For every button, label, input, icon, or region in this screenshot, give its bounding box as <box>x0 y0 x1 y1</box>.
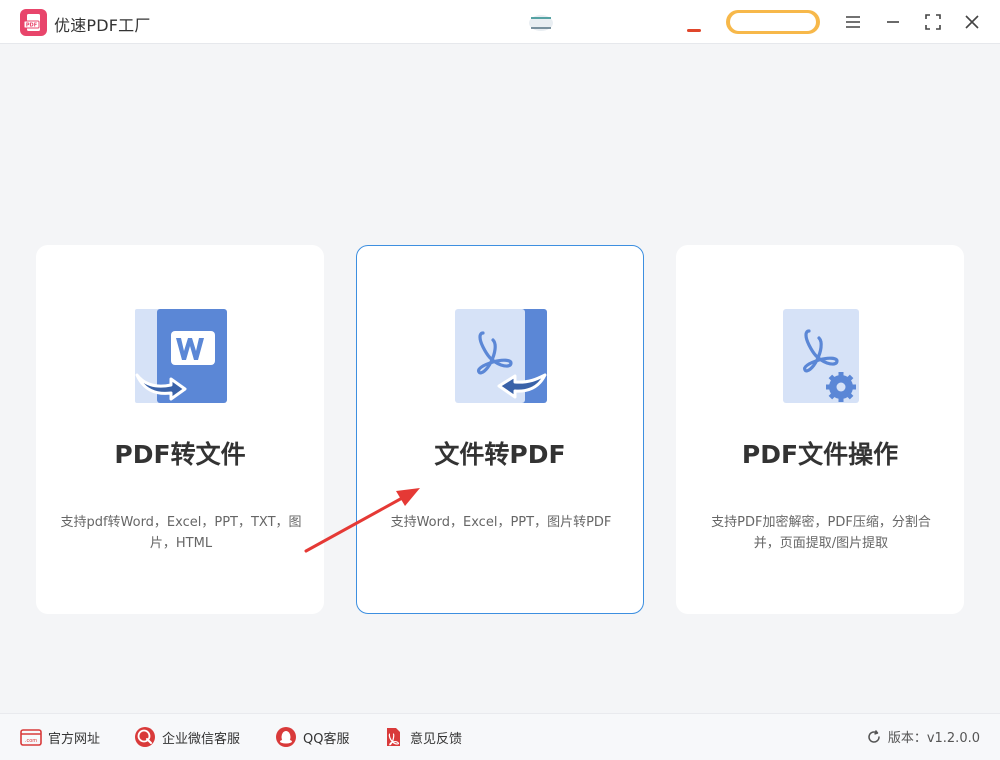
footer-link-label: 企业微信客服 <box>162 731 241 747</box>
maximize-icon[interactable] <box>922 11 944 33</box>
qq-icon <box>275 726 297 748</box>
feedback-icon <box>382 726 404 748</box>
card-title: PDF转文件 <box>114 440 246 469</box>
qq-service-link[interactable]: QQ客服 <box>275 726 349 748</box>
notification-icon[interactable] <box>685 11 703 33</box>
logo-text: PDF <box>26 23 37 29</box>
card-pdf-operations[interactable]: PDF文件操作 支持PDF加密解密，PDF压缩，分割合并，页面提取/图片提取 <box>676 245 964 614</box>
cloud-icon[interactable] <box>528 13 554 33</box>
footer-link-label: 官方网址 <box>48 731 101 747</box>
wecom-service-link[interactable]: 企业微信客服 <box>134 726 240 748</box>
refresh-icon <box>866 729 882 745</box>
minimize-icon[interactable] <box>882 11 904 33</box>
card-title: PDF文件操作 <box>741 440 899 469</box>
card-pdf-to-file[interactable]: PDF转文件 支持pdf转Word，Excel，PPT，TXT，图片，HTML <box>36 245 324 614</box>
footer-link-label: 意见反馈 <box>410 731 463 747</box>
version-label: 版本：v1.2.0.0 <box>887 731 980 746</box>
app-logo-icon: PDF <box>20 9 47 36</box>
vip-button[interactable] <box>726 10 820 34</box>
footer-bar: .com 官方网址 企业微信客服 QQ客服 意见反馈 版本：v1.2.0.0 <box>0 713 1000 760</box>
pdf-to-word-icon <box>133 309 229 405</box>
pdf-operations-icon <box>773 309 869 405</box>
menu-icon[interactable] <box>842 11 864 33</box>
app-title: 优速PDF工厂 <box>54 16 151 35</box>
wecom-icon <box>134 726 156 748</box>
annotation-arrow-icon <box>300 485 430 560</box>
version-info[interactable]: 版本：v1.2.0.0 <box>866 727 980 746</box>
card-description: 支持PDF加密解密，PDF压缩，分割合并，页面提取/图片提取 <box>711 515 931 551</box>
close-icon[interactable] <box>961 11 983 33</box>
svg-text:.com: .com <box>25 738 37 744</box>
card-description: 支持pdf转Word，Excel，PPT，TXT，图片，HTML <box>60 515 302 551</box>
file-to-pdf-icon <box>453 309 549 405</box>
card-title: 文件转PDF <box>434 440 566 469</box>
website-icon: .com <box>20 726 42 748</box>
official-website-link[interactable]: .com 官方网址 <box>20 726 100 748</box>
footer-link-label: QQ客服 <box>303 731 350 747</box>
feedback-link[interactable]: 意见反馈 <box>382 726 462 748</box>
vip-button-inner <box>730 13 816 31</box>
title-bar: PDF 优速PDF工厂 <box>0 0 1000 44</box>
